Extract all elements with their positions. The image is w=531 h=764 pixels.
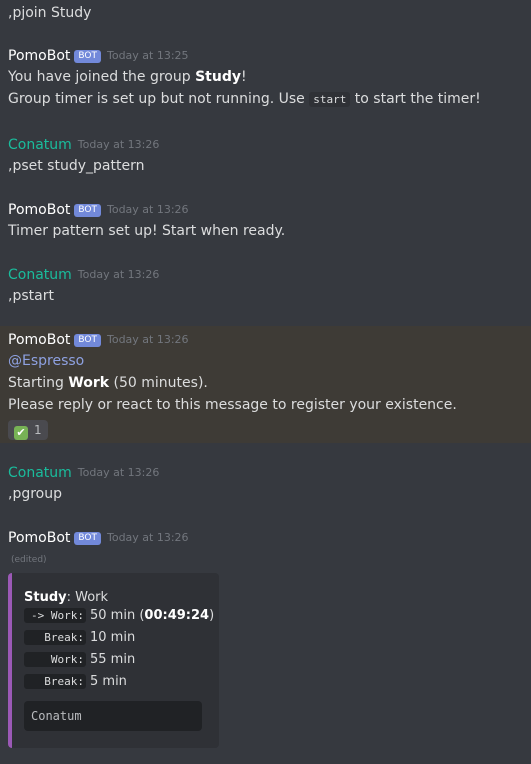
message-header: Conatum Today at 13:26 [8, 462, 159, 483]
bot-badge: BOT [74, 204, 101, 217]
message-text: Group timer is set up but not running. U… [8, 89, 481, 110]
text-part: to start the timer! [350, 91, 481, 107]
author-name[interactable]: Conatum [8, 137, 72, 153]
bot-badge: BOT [74, 532, 101, 545]
author-name[interactable]: Conatum [8, 465, 72, 481]
timestamp: Today at 13:25 [106, 49, 189, 62]
stage-code: Break: [24, 674, 86, 689]
timestamp: Today at 13:26 [77, 268, 160, 281]
author-name[interactable]: Conatum [8, 267, 72, 283]
reaction-count: 1 [34, 423, 42, 437]
stage-value-end: ) [209, 608, 215, 623]
stage-value: 10 min [90, 630, 136, 645]
embed-title: Study: Work [24, 588, 108, 608]
embed-title-group: Study [24, 590, 67, 605]
message-text: Starting Work (50 minutes). [8, 373, 208, 393]
reaction-button[interactable]: ✔ 1 [8, 419, 48, 440]
timestamp: Today at 13:26 [77, 466, 160, 479]
bot-badge: BOT [74, 334, 101, 347]
stage-value: 55 min [90, 652, 136, 667]
stage-code: -> Work: [24, 608, 86, 623]
message-header: Conatum Today at 13:26 [8, 264, 159, 285]
pattern-row: Break: 5 min [24, 672, 127, 692]
stage-name: Work [68, 375, 110, 391]
inline-code: start [309, 92, 351, 107]
text-part: Group timer is set up but not running. U… [8, 91, 310, 107]
stage-code: Work: [24, 652, 86, 667]
message-text: ,pset study_pattern [8, 158, 145, 174]
message-header: PomoBot BOT Today at 13:26 [8, 199, 189, 220]
edited-label: (edited) [11, 555, 47, 565]
group-embed: Study: Work -> Work: 50 min (00:49:24) Br… [8, 573, 219, 748]
group-name: Study [195, 69, 241, 85]
text-part: You have joined the group [8, 69, 196, 85]
user-mention[interactable]: @Espresso [8, 351, 84, 371]
message-header: PomoBot BOT Today at 13:25 [8, 45, 189, 66]
message-text: ,pjoin Study [8, 5, 92, 21]
stage-value: 5 min [90, 674, 127, 689]
pattern-row: Work: 55 min [24, 650, 135, 670]
member-list-codeblock: Conatum [24, 701, 202, 731]
message-header: PomoBot BOT Today at 13:26 [8, 329, 189, 350]
message-text: Timer pattern set up! Start when ready. [8, 223, 286, 239]
remaining-time: 00:49:24 [144, 608, 210, 623]
author-name[interactable]: PomoBot [8, 332, 70, 348]
stage-value: 50 min ( [90, 608, 145, 623]
timestamp: Today at 13:26 [106, 203, 189, 216]
message-header: PomoBot BOT Today at 13:26 [8, 527, 189, 548]
stage-code: Break: [24, 630, 86, 645]
bot-badge: BOT [74, 50, 101, 63]
check-mark-icon: ✔ [14, 426, 28, 440]
message-text: ,pstart [8, 288, 54, 304]
timestamp: Today at 13:26 [106, 531, 189, 544]
timestamp: Today at 13:26 [106, 333, 189, 346]
author-name[interactable]: PomoBot [8, 48, 70, 64]
timestamp: Today at 13:26 [77, 138, 160, 151]
message-text: Please reply or react to this message to… [8, 397, 457, 413]
text-part: Starting [8, 375, 69, 391]
pattern-row: Break: 10 min [24, 628, 135, 648]
text-part: (50 minutes). [109, 375, 208, 391]
message-header: Conatum Today at 13:26 [8, 134, 159, 155]
text-part: ! [240, 69, 247, 85]
pattern-row: -> Work: 50 min (00:49:24) [24, 606, 214, 626]
author-name[interactable]: PomoBot [8, 202, 70, 218]
author-name[interactable]: PomoBot [8, 530, 70, 546]
message-text: You have joined the group Study! [8, 67, 247, 87]
embed-title-stage: : Work [66, 590, 109, 605]
message-text: ,pgroup [8, 486, 62, 502]
